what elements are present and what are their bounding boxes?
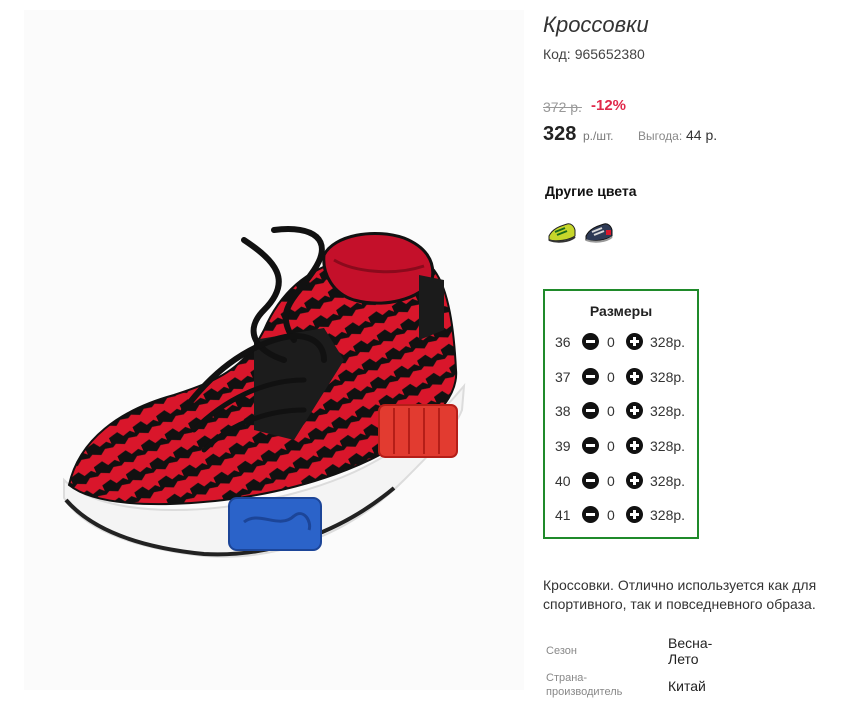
- season-label: Сезон: [546, 645, 577, 657]
- size-row: 41 0 328р.: [545, 504, 697, 526]
- size-value: 41: [555, 507, 571, 523]
- increase-quantity-button[interactable]: [626, 402, 643, 419]
- season-value: Весна-Лето: [668, 635, 713, 667]
- size-price: 328р.: [650, 369, 686, 385]
- size-value: 38: [555, 403, 571, 419]
- product-code-label: Код:: [543, 46, 571, 62]
- quantity-value: 0: [607, 473, 615, 489]
- navy-sneaker-icon: [585, 223, 613, 243]
- decrease-quantity-button[interactable]: [582, 333, 599, 350]
- old-price: 372 р.: [543, 99, 582, 115]
- quantity-value: 0: [607, 507, 615, 523]
- product-code-value: 965652380: [574, 46, 645, 62]
- decrease-quantity-button[interactable]: [582, 402, 599, 419]
- size-value: 39: [555, 438, 571, 454]
- decrease-quantity-button[interactable]: [582, 368, 599, 385]
- discount-badge: -12%: [591, 97, 627, 114]
- sizes-heading: Размеры: [589, 303, 653, 319]
- current-price: 328: [543, 123, 577, 145]
- size-row: 39 0 328р.: [545, 435, 697, 457]
- product-description: Кроссовки. Отлично используется как для …: [543, 577, 817, 612]
- size-price: 328р.: [650, 403, 686, 419]
- color-swatch-navy[interactable]: [584, 218, 614, 246]
- decrease-quantity-button[interactable]: [582, 472, 599, 489]
- quantity-value: 0: [607, 403, 615, 419]
- sizes-panel: Размеры 36 0 328р. 37 0 328р. 38 0 328р.…: [543, 289, 699, 539]
- size-price: 328р.: [650, 438, 686, 454]
- size-value: 36: [555, 334, 571, 350]
- size-value: 37: [555, 369, 571, 385]
- size-price: 328р.: [650, 473, 686, 489]
- size-row: 40 0 328р.: [545, 470, 697, 492]
- other-colors-heading: Другие цвета: [545, 183, 637, 199]
- quantity-value: 0: [607, 438, 615, 454]
- size-row: 36 0 328р.: [545, 331, 697, 353]
- increase-quantity-button[interactable]: [626, 437, 643, 454]
- quantity-value: 0: [607, 334, 615, 350]
- benefit-label: Выгода:: [638, 129, 683, 143]
- product-title: Кроссовки: [543, 12, 649, 37]
- sneaker-image: [63, 226, 466, 558]
- green-sneaker-icon: [548, 223, 576, 243]
- size-row: 38 0 328р.: [545, 400, 697, 422]
- size-price: 328р.: [650, 334, 686, 350]
- product-code: Код: 965652380: [543, 46, 645, 62]
- increase-quantity-button[interactable]: [626, 333, 643, 350]
- quantity-value: 0: [607, 369, 615, 385]
- increase-quantity-button[interactable]: [626, 506, 643, 523]
- increase-quantity-button[interactable]: [626, 368, 643, 385]
- size-row: 37 0 328р.: [545, 366, 697, 388]
- size-value: 40: [555, 473, 571, 489]
- country-label: Страна-производитель: [546, 672, 623, 698]
- decrease-quantity-button[interactable]: [582, 506, 599, 523]
- country-value: Китай: [668, 678, 706, 694]
- increase-quantity-button[interactable]: [626, 472, 643, 489]
- price-unit: р./шт.: [583, 129, 614, 143]
- product-image[interactable]: [24, 10, 524, 690]
- size-price: 328р.: [650, 507, 686, 523]
- benefit-value: 44 р.: [686, 127, 718, 143]
- decrease-quantity-button[interactable]: [582, 437, 599, 454]
- color-swatch-green[interactable]: [547, 218, 577, 246]
